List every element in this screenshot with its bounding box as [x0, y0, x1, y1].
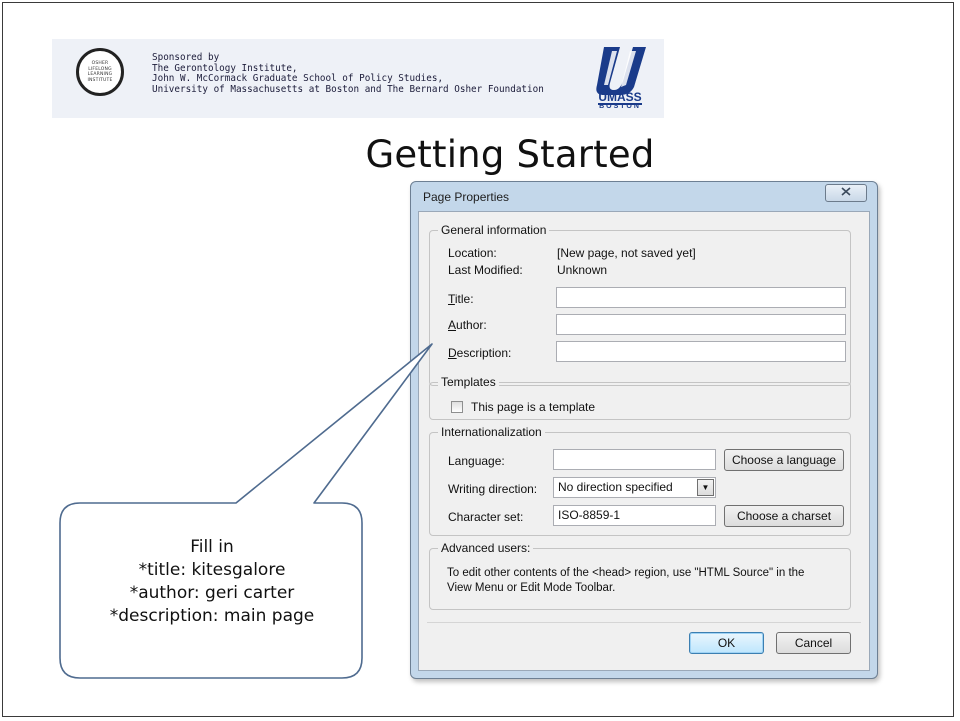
last-modified-label: Last Modified:: [448, 263, 523, 277]
slide-title: Getting Started: [365, 133, 655, 176]
sponsor-text: Sponsored by The Gerontology Institute, Jo…: [152, 52, 544, 95]
title-label-rest: itle:: [454, 292, 474, 306]
author-label-accel: A: [448, 318, 457, 332]
description-label: Description:: [448, 346, 511, 360]
location-value: [New page, not saved yet]: [557, 246, 696, 260]
close-button[interactable]: [825, 184, 867, 202]
writing-direction-label: Writing direction:: [448, 482, 538, 496]
character-set-input[interactable]: ISO-8859-1: [553, 505, 716, 526]
writing-direction-select[interactable]: No direction specified ▼: [553, 477, 716, 498]
callout-line: *author: geri carter: [129, 583, 295, 603]
choose-charset-button[interactable]: Choose a charset: [724, 505, 844, 527]
language-label: Language:: [448, 454, 505, 468]
dialog-title: Page Properties: [423, 190, 510, 204]
callout-line: *description: main page: [109, 606, 315, 626]
template-checkbox-label: This page is a template: [471, 400, 596, 414]
ok-button[interactable]: OK: [689, 632, 764, 654]
osher-logo-text: OSHER LIFELONG LEARNING INSTITUTE: [87, 61, 113, 83]
sponsor-banner: OSHER LIFELONG LEARNING INSTITUTE Sponso…: [52, 39, 664, 118]
sponsor-line: Sponsored by: [152, 52, 220, 63]
advanced-help-line-2: View Menu or Edit Mode Toolbar.: [447, 582, 616, 594]
description-label-rest: escription:: [456, 346, 512, 360]
advanced-users-legend: Advanced users:: [438, 541, 534, 555]
character-set-label: Character set:: [448, 510, 524, 524]
location-label: Location:: [448, 246, 497, 260]
umass-wordmark: UMASS: [598, 90, 642, 104]
general-info-legend: General information: [438, 223, 550, 237]
dialog-client-area: General information Location: [New page,…: [418, 211, 870, 671]
dropdown-arrow-icon[interactable]: ▼: [697, 479, 714, 496]
sponsor-line: John W. McCormack Graduate School of Pol…: [152, 73, 444, 84]
callout-text: Fill in *title: kitesgalore *author: ger…: [60, 536, 364, 628]
advanced-users-group: Advanced users:: [429, 541, 851, 610]
title-input[interactable]: [556, 287, 846, 308]
language-input[interactable]: [553, 449, 716, 470]
title-label-accel: T: [448, 292, 455, 306]
sponsor-line: University of Massachusetts at Boston an…: [152, 83, 544, 95]
author-label: Author:: [448, 318, 487, 332]
choose-language-button[interactable]: Choose a language: [724, 449, 844, 471]
page-properties-dialog: Page Properties General information Loca…: [410, 181, 878, 679]
internationalization-legend: Internationalization: [438, 425, 545, 439]
author-input[interactable]: [556, 314, 846, 335]
footer-separator: [427, 622, 861, 623]
cancel-button[interactable]: Cancel: [776, 632, 851, 654]
last-modified-value: Unknown: [557, 263, 608, 277]
osher-institute-logo: OSHER LIFELONG LEARNING INSTITUTE: [76, 48, 124, 96]
templates-legend: Templates: [438, 375, 499, 389]
close-icon: [841, 187, 851, 199]
description-label-accel: D: [448, 346, 457, 360]
boston-wordmark: BOSTON: [599, 103, 641, 110]
description-input[interactable]: [556, 341, 846, 362]
title-label: Title:: [448, 292, 474, 306]
callout-line: *title: kitesgalore: [138, 560, 286, 580]
writing-direction-value: No direction specified: [558, 480, 673, 494]
template-checkbox[interactable]: [451, 401, 463, 413]
callout-line: Fill in: [190, 537, 234, 557]
advanced-help-line-1: To edit other contents of the <head> reg…: [447, 567, 805, 579]
author-label-rest: uthor:: [456, 318, 487, 332]
